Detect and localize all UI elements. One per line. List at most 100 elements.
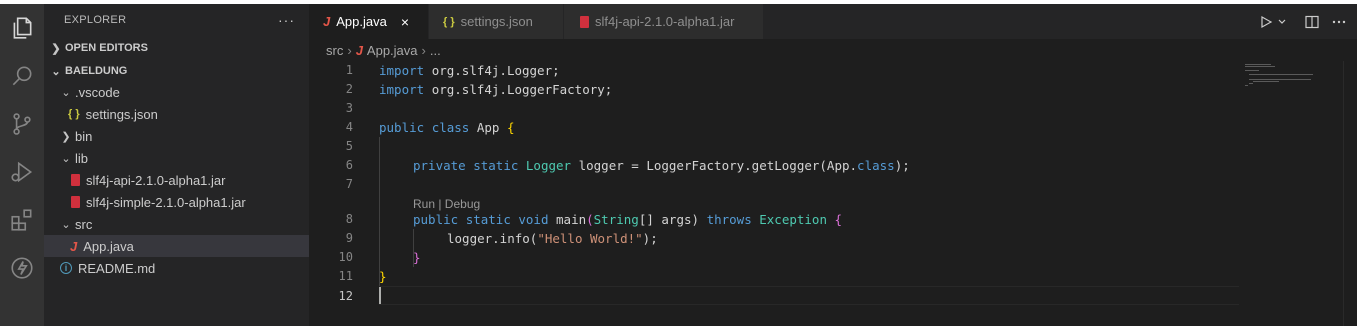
folder-section-baeldung[interactable]: ⌄ BAELDUNG (44, 60, 309, 82)
text-cursor (379, 287, 381, 304)
tree-item-label: README.md (78, 260, 156, 276)
chevron-down-icon: ⌄ (61, 86, 71, 99)
line-number: 9 (345, 231, 353, 245)
bracket: { (506, 120, 515, 135)
code-text: logger = LoggerFactory.getLogger(App. (571, 158, 858, 173)
tree-item-label: .vscode (75, 84, 120, 100)
bracket: { (834, 212, 843, 227)
type: Exception (759, 212, 827, 227)
minimap[interactable] (1243, 61, 1323, 121)
line-number: 12 (338, 289, 353, 303)
tree-item-label: slf4j-simple-2.1.0-alpha1.jar (86, 194, 246, 210)
explorer-icon[interactable] (6, 12, 38, 44)
tab-label: settings.json (460, 14, 533, 29)
code-text: ); (642, 231, 658, 246)
line-number: 7 (345, 177, 353, 191)
bracket: } (413, 250, 421, 265)
string-literal: "Hello World!" (537, 231, 643, 246)
keyword: public (413, 212, 459, 227)
run-play-icon[interactable] (1259, 15, 1293, 29)
explorer-title: EXPLORER (64, 14, 127, 26)
keyword: class (431, 120, 470, 135)
line-number: 3 (345, 101, 353, 115)
java-file-icon: J (355, 42, 363, 58)
tree-item-bin[interactable]: ❯ bin (44, 125, 309, 147)
jar-file-icon (580, 15, 589, 28)
folder-label: BAELDUNG (65, 65, 128, 77)
tree-item-readme[interactable]: i README.md (44, 257, 309, 279)
tree-item-src[interactable]: ⌄ src (44, 213, 309, 235)
line-number: 11 (338, 269, 353, 283)
line-number: 1 (345, 63, 353, 77)
open-editors-label: OPEN EDITORS (65, 42, 148, 54)
import-path: org.slf4j.Logger; (431, 63, 560, 78)
search-icon[interactable] (6, 60, 38, 92)
keyword: import (379, 82, 425, 97)
code-line-10: } (413, 248, 421, 267)
keyword: public (379, 120, 425, 135)
code-line-2: import org.slf4j.LoggerFactory; (379, 80, 612, 99)
editor-actions (1259, 4, 1347, 39)
breadcrumb-more[interactable]: ... (430, 43, 441, 58)
tree-item-label: slf4j-api-2.1.0-alpha1.jar (86, 172, 226, 188)
indent-guide (379, 137, 380, 286)
tree-item-settings-json[interactable]: { } settings.json (44, 103, 309, 125)
tree-item-label: lib (75, 150, 89, 166)
tab-label: slf4j-api-2.1.0-alpha1.jar (595, 14, 735, 29)
code-line-8: public static void main(String[] args) t… (413, 210, 842, 229)
split-editor-icon[interactable] (1305, 15, 1319, 29)
close-icon[interactable]: × (401, 14, 409, 30)
tree-item-app-java[interactable]: J App.java (44, 235, 309, 257)
import-path: org.slf4j.LoggerFactory; (431, 82, 613, 97)
line-number: 5 (345, 139, 353, 153)
chevron-down-icon: ⌄ (61, 152, 71, 165)
json-file-icon: { } (443, 15, 455, 28)
breadcrumb-file[interactable]: App.java (367, 43, 418, 58)
run-debug-icon[interactable] (6, 156, 38, 188)
tab-slf4j-api-jar[interactable]: slf4j-api-2.1.0-alpha1.jar (564, 4, 764, 39)
lightning-icon[interactable] (6, 252, 38, 284)
tree-item-label: settings.json (85, 106, 158, 122)
keyword: throws (706, 212, 752, 227)
tree-item-vscode[interactable]: ⌄ .vscode (44, 81, 309, 103)
extensions-icon[interactable] (6, 204, 38, 236)
code-line-6: private static Logger logger = LoggerFac… (413, 156, 910, 175)
tree-item-label: App.java (83, 238, 134, 254)
line-number: 10 (338, 250, 353, 264)
java-file-icon: J (70, 238, 78, 254)
tab-bar: J App.java × { } settings.json slf4j-api… (309, 4, 1357, 39)
tree-item-slf4j-simple-jar[interactable]: slf4j-simple-2.1.0-alpha1.jar (44, 191, 309, 213)
code-text: [] args) (638, 212, 700, 227)
code-line-1: import org.slf4j.Logger; (379, 61, 560, 80)
chevron-right-icon: › (421, 42, 426, 58)
source-control-icon[interactable] (6, 108, 38, 140)
keyword: import (379, 63, 425, 78)
open-editors-section[interactable]: ❯ OPEN EDITORS (44, 37, 309, 59)
keyword: void (518, 212, 549, 227)
line-number: 6 (345, 158, 353, 172)
breadcrumb-folder[interactable]: src (326, 43, 343, 58)
method-name: main (556, 212, 587, 227)
keyword: static (465, 212, 511, 227)
code-text: ); (894, 158, 910, 173)
more-actions-icon[interactable] (1331, 15, 1347, 29)
jar-file-icon (71, 196, 80, 208)
tree-item-slf4j-api-jar[interactable]: slf4j-api-2.1.0-alpha1.jar (44, 169, 309, 191)
chevron-right-icon: › (347, 42, 352, 58)
tree-item-lib[interactable]: ⌄ lib (44, 147, 309, 169)
tree-item-label: src (75, 216, 93, 232)
tab-settings-json[interactable]: { } settings.json (429, 4, 564, 39)
java-file-icon: J (323, 14, 331, 29)
chevron-right-icon: ❯ (61, 130, 71, 143)
vertical-scrollbar[interactable] (1343, 61, 1357, 326)
bracket: } (379, 269, 387, 284)
more-actions-icon[interactable]: ··· (278, 12, 295, 28)
code-line-9: logger.info("Hello World!"); (447, 229, 658, 248)
tab-app-java[interactable]: J App.java × (309, 4, 429, 39)
current-line-highlight (379, 286, 1239, 305)
explorer-sidebar: EXPLORER ··· ❯ OPEN EDITORS ⌄ BAELDUNG ⌄… (44, 4, 309, 326)
keyword: class (857, 158, 895, 173)
jar-file-icon (71, 174, 80, 186)
class-name: App (476, 120, 500, 135)
json-file-icon: { } (68, 108, 80, 120)
